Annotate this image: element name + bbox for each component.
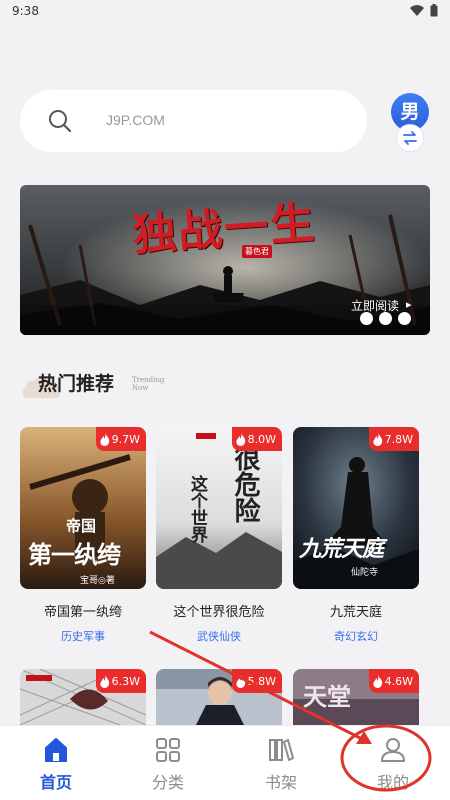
book-genre-tag[interactable]: 武侠仙侠 [156, 628, 282, 644]
book-cover[interactable]: 帝国 第一纨绔 宝哥◎著 9.7W [20, 427, 146, 589]
heat-badge: 6.3W [95, 669, 146, 693]
promo-banner[interactable]: 独战一生 暮色君 立即阅读 ▸ [20, 185, 430, 335]
banner-cta-arrow: ▸ [406, 298, 412, 311]
heat-badge: 7.8W [368, 427, 419, 451]
nav-label: 书架 [264, 773, 297, 792]
search-icon [49, 110, 72, 133]
banner-title: 独战一生 [130, 197, 318, 262]
heat-badge: 4.6W [368, 669, 419, 693]
book-cover[interactable]: 九荒天庭 仙陀寺 7.8W [293, 427, 419, 589]
cover-title: 很危险 [230, 445, 260, 523]
cover-title-side: 这个世界 [187, 475, 207, 543]
section-subtitle: Trending Now [132, 376, 165, 392]
book-cover[interactable]: 5.8W [156, 669, 282, 725]
heat-badge: 5.8W [231, 669, 282, 693]
fire-icon [236, 432, 245, 446]
search-placeholder: J9P.COM [106, 112, 165, 128]
book-cover-art [156, 427, 282, 589]
nav-label: 分类 [151, 773, 184, 792]
grid-icon [156, 738, 180, 762]
swap-icon[interactable] [396, 124, 424, 152]
book-cover[interactable]: 6.3W [20, 669, 146, 725]
nav-label: 我的 [376, 773, 409, 792]
cover-author: 宝哥◎著 [80, 576, 115, 586]
bottom-navigation: 首页 分类 书架 我的 [0, 725, 450, 800]
home-icon [45, 738, 67, 762]
book-cover[interactable]: 很危险 这个世界 8.0W [156, 427, 282, 589]
nav-item-home[interactable]: 首页 [11, 726, 101, 800]
book-title[interactable]: 帝国第一纨绔 [20, 601, 146, 620]
heat-count: 8.0W [247, 432, 276, 446]
carousel-dot[interactable] [398, 312, 411, 325]
nav-item-bookshelf[interactable]: 书架 [236, 726, 326, 800]
cover-title: 九荒天庭 [299, 536, 384, 562]
heat-count: 9.7W [111, 432, 140, 446]
status-bar: 9:38 [0, 0, 450, 24]
nav-item-profile[interactable]: 我的 [348, 726, 438, 800]
book-title[interactable]: 九荒天庭 [293, 601, 419, 620]
cover-title: 第一纨绔 [28, 540, 121, 569]
book-genre-tag[interactable]: 历史军事 [20, 628, 146, 644]
carousel-indicators[interactable] [360, 312, 411, 325]
fire-icon [373, 432, 382, 446]
heat-count: 7.8W [384, 432, 413, 446]
nav-label: 首页 [39, 773, 72, 792]
nav-item-category[interactable]: 分类 [123, 726, 213, 800]
heat-badge: 9.7W [95, 427, 146, 451]
carousel-dot[interactable] [379, 312, 392, 325]
fire-icon [100, 674, 109, 688]
heat-count: 5.8W [247, 674, 276, 688]
fire-icon [373, 674, 382, 688]
fire-icon [236, 674, 245, 688]
banner-badge: 暮色君 [242, 245, 272, 258]
book-genre-tag[interactable]: 奇幻玄幻 [293, 628, 419, 644]
heat-count: 4.6W [384, 674, 413, 688]
fire-icon [100, 432, 109, 446]
cover-title-top: 帝国 [66, 517, 97, 535]
user-icon [381, 738, 405, 762]
section-title: 热门推荐 [38, 373, 115, 395]
status-time: 9:38 [12, 4, 39, 18]
cover-author: 仙陀寺 [351, 568, 379, 578]
wifi-icon [410, 5, 424, 16]
carousel-dot[interactable] [360, 312, 373, 325]
search-bar[interactable]: J9P.COM [20, 90, 367, 152]
heat-badge: 8.0W [231, 427, 282, 451]
heat-count: 6.3W [111, 674, 140, 688]
bookshelf-icon [269, 739, 294, 761]
battery-icon [430, 4, 438, 17]
cover-title: 天堂 [303, 682, 351, 711]
book-title[interactable]: 这个世界很危险 [156, 601, 282, 620]
book-cover[interactable]: 天堂 4.6W [293, 669, 419, 725]
status-icons [410, 4, 438, 17]
